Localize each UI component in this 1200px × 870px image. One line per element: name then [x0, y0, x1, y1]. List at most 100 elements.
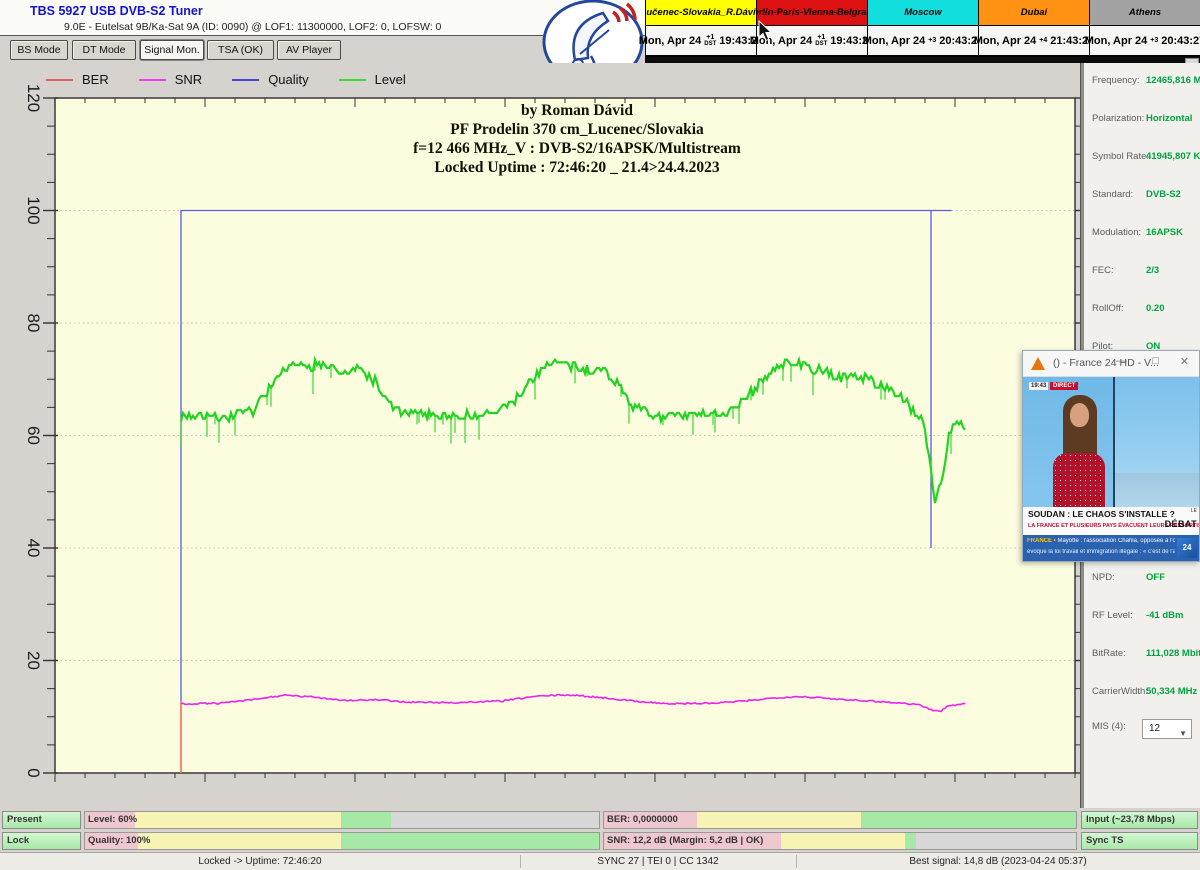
svg-text:Locked Uptime : 72:46:20 _ 21.: Locked Uptime : 72:46:20 _ 21.4>24.4.202…	[434, 159, 719, 176]
param-value: DVB-S2	[1146, 189, 1181, 200]
param-row: CarrierWidth:50,334 MHz	[1084, 674, 1200, 712]
bar-segment	[905, 833, 916, 849]
param-label: Standard:	[1092, 189, 1133, 200]
param-label: RollOff:	[1092, 303, 1124, 314]
param-value: 2/3	[1146, 265, 1159, 276]
param-row: Polarization:Horizontal	[1084, 101, 1200, 139]
bar-segment	[697, 812, 861, 828]
maximize-button[interactable]: □	[1152, 355, 1159, 367]
snr-label: SNR: 12,2 dB (Margin: 5,2 dB | OK)	[607, 832, 763, 849]
svg-text:120: 120	[24, 84, 43, 112]
clock-time: Mon, Apr 24+421:43:27	[979, 26, 1089, 56]
news-headline: SOUDAN : LE CHAOS S'INSTALLE ?	[1028, 509, 1175, 519]
param-row: RollOff: 0.20	[1084, 291, 1200, 329]
status-rows: Present Lock Level: 60% Quality: 100% BE…	[0, 808, 1200, 852]
bar-segment	[391, 812, 599, 828]
svg-text:100: 100	[24, 196, 43, 224]
bar-segment	[781, 833, 905, 849]
clock-time: Mon, Apr 24+1DST19:43:27	[646, 26, 756, 56]
window-title: TBS 5927 USB DVB-S2 Tuner	[30, 4, 203, 18]
param-row: BitRate: 111,028 Mbit/s	[1084, 636, 1200, 674]
param-row: FEC:2/3	[1084, 253, 1200, 291]
bar-segment	[341, 812, 391, 828]
quality-label: Quality: 100%	[88, 832, 150, 849]
param-value: 16APSK	[1146, 227, 1183, 238]
param-label: BitRate:	[1092, 648, 1126, 659]
presenter-dress	[1053, 453, 1105, 509]
param-label: CarrierWidth:	[1092, 686, 1148, 697]
ticker-line1: FRANCE • Mayotte : l'association Chahla,…	[1027, 538, 1175, 544]
svg-text:by Roman Dávid: by Roman Dávid	[521, 102, 633, 119]
clock-time: Mon, Apr 24+320:43:27	[1090, 26, 1200, 56]
france24-logo: 24	[1177, 538, 1197, 558]
tab-bs-mode[interactable]: BS Mode	[10, 40, 68, 60]
sync-ts-indicator: Sync TS	[1081, 832, 1198, 850]
quality-progressbar	[84, 832, 600, 850]
video-frame[interactable]: 19:43 DIRECT SOUDAN : LE CHAOS S'INSTALL…	[1023, 377, 1199, 561]
mis-select[interactable]: 12 ▼	[1142, 719, 1192, 739]
param-label: NPD:	[1092, 572, 1115, 583]
mis-label: MIS (4):	[1092, 721, 1126, 732]
signal-chart: 020406080100120 by Roman Dávid PF Prodel…	[0, 63, 1080, 808]
satellite-info: 9.0E - Eutelsat 9B/Ka-Sat 9A (ID: 0090) …	[64, 21, 441, 33]
mis-value: 12	[1149, 723, 1160, 734]
param-value: 111,028 Mbit/s	[1146, 648, 1200, 659]
statusbar-uptime: Locked -> Uptime: 72:46:20	[0, 856, 520, 867]
clock-2: MoscowMon, Apr 24+320:43:27	[867, 0, 978, 56]
svg-text:60: 60	[24, 426, 43, 445]
param-row: Standard: DVB-S2	[1084, 177, 1200, 215]
clock-time: Mon, Apr 24+320:43:27	[868, 26, 978, 56]
param-row: NPD: OFF	[1084, 560, 1200, 598]
param-row: RF Level: -41 dBm	[1084, 598, 1200, 636]
param-value: 0.20	[1146, 303, 1165, 314]
app-window: TBS 5927 USB DVB-S2 Tuner 9.0E - Eutelsa…	[0, 0, 1200, 870]
minimize-button[interactable]: —	[1116, 355, 1127, 367]
clock-0: Lučenec-Slovakia_R.DávidMon, Apr 24+1DST…	[645, 0, 756, 56]
tab-signal-mon-[interactable]: Signal Mon.	[140, 40, 204, 60]
param-value: 12465,816 MHz	[1146, 75, 1200, 86]
news-ticker: FRANCE • Mayotte : l'association Chahla,…	[1023, 535, 1199, 561]
param-value: -41 dBm	[1146, 610, 1183, 621]
param-value: 50,334 MHz	[1146, 686, 1197, 697]
vlc-titlebar[interactable]: () - France 24 HD - V... — □ ✕	[1023, 351, 1199, 377]
chevron-down-icon: ▼	[1179, 725, 1187, 743]
mis-row: MIS (4): 12 ▼	[1084, 713, 1200, 751]
clock-4: AthensMon, Apr 24+320:43:27	[1089, 0, 1200, 56]
param-value: Horizontal	[1146, 113, 1192, 124]
param-label: RF Level:	[1092, 610, 1133, 621]
param-value: OFF	[1146, 572, 1165, 583]
close-button[interactable]: ✕	[1180, 355, 1189, 368]
param-row: Symbol Rate:41945,807 KS/s	[1084, 139, 1200, 177]
debate-label: LE DÉBAT	[1163, 508, 1197, 532]
signal-chart-area: BERSNRQualityLevel 020406080100120 by Ro…	[0, 63, 1080, 808]
live-badge: DIRECT	[1050, 382, 1078, 390]
tab-tsa-ok-[interactable]: TSA (OK)	[207, 40, 274, 60]
param-label: Modulation:	[1092, 227, 1141, 238]
bar-segment	[916, 833, 1076, 849]
lock-indicator: Lock	[2, 832, 81, 850]
statusbar-sync: SYNC 27 | TEI 0 | CC 1342	[520, 856, 796, 867]
clock-city: Lučenec-Slovakia_R.Dávid	[646, 0, 756, 26]
input-indicator: Input (~23,78 Mbps)	[1081, 811, 1198, 829]
mouse-cursor	[758, 20, 774, 47]
bar-segment	[135, 812, 341, 828]
param-label: Polarization:	[1092, 113, 1144, 124]
tab-dt-mode[interactable]: DT Mode	[72, 40, 136, 60]
param-value: 41945,807 KS/s	[1146, 151, 1200, 162]
clock-city: Athens	[1090, 0, 1200, 26]
ticker-line2: évoque la loi travail et immigration ill…	[1027, 549, 1175, 555]
statusbar: Locked -> Uptime: 72:46:20 SYNC 27 | TEI…	[0, 852, 1200, 870]
param-row: Frequency:12465,816 MHz	[1084, 63, 1200, 101]
vlc-player-window[interactable]: () - France 24 HD - V... — □ ✕ 19:43 DIR…	[1022, 350, 1200, 562]
news-banner: SOUDAN : LE CHAOS S'INSTALLE ? LA FRANCE…	[1023, 507, 1199, 535]
tab-av-player[interactable]: AV Player	[277, 40, 341, 60]
param-label: Symbol Rate:	[1092, 151, 1149, 162]
bar-segment	[138, 833, 341, 849]
clock-city: Dubai	[979, 0, 1089, 26]
svg-text:80: 80	[24, 314, 43, 333]
vlc-window-title: () - France 24 HD - V...	[1053, 357, 1159, 369]
presenter-face	[1070, 403, 1089, 427]
vlc-cone-icon	[1031, 357, 1045, 370]
city-skyline	[1115, 473, 1199, 507]
svg-text:0: 0	[24, 768, 43, 777]
